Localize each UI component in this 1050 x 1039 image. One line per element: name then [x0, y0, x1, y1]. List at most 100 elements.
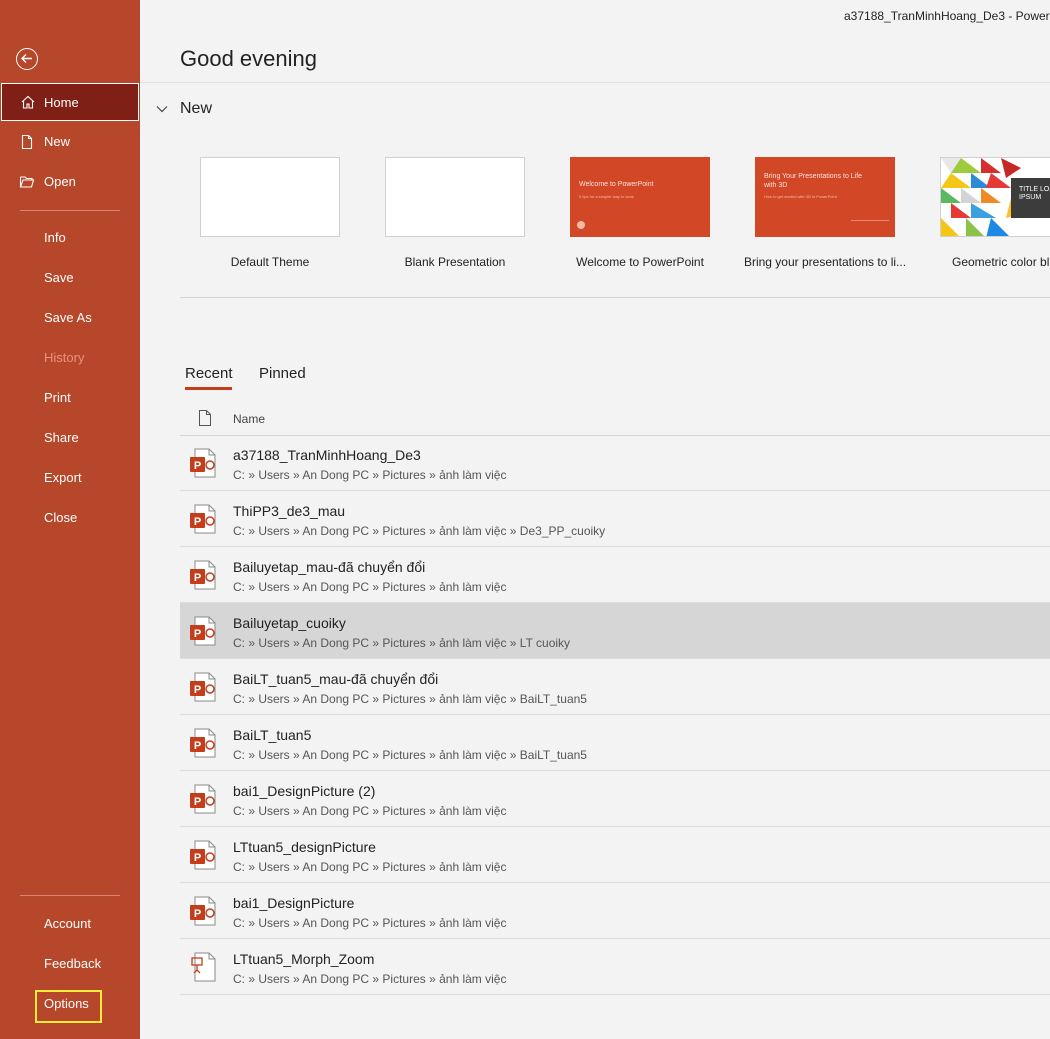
nav-account[interactable]: Account	[0, 905, 140, 943]
file-row[interactable]: Pa37188_TranMinhHoang_De3 C: » Users » An…	[180, 435, 1050, 491]
template-welcome-to-powerpoint[interactable]: Welcome to PowerPoint 5 tips for a simpl…	[570, 157, 710, 269]
thumbnail-decoration	[851, 220, 889, 233]
file-path: C: » Users » An Dong PC » Pictures » ảnh…	[233, 692, 587, 706]
file-path: C: » Users » An Dong PC » Pictures » ảnh…	[233, 636, 571, 650]
svg-text:P: P	[194, 740, 201, 752]
thumbnail-title: Bring Your Presentations to Life with 3D	[764, 173, 863, 189]
nav-share[interactable]: Share	[0, 419, 140, 457]
thumbnail-title: TITLE LOREM IPSUM	[1019, 186, 1050, 201]
nav-open-label: Open	[44, 174, 76, 189]
file-path: C: » Users » An Dong PC » Pictures » ảnh…	[233, 524, 606, 538]
template-geometric-color-block[interactable]: TITLE LOREM IPSUM Geometric color bl	[940, 157, 1050, 269]
powerpoint-file-icon: P	[190, 616, 216, 646]
backstage-sidebar: Home New Open Info Save Save As History …	[0, 0, 140, 1039]
file-row[interactable]: LTtuan5_Morph_Zoom C: » Users » An Dong P…	[180, 939, 1050, 995]
powerpoint-file-icon: P	[190, 840, 216, 870]
file-name: a37188_TranMinhHoang_De3	[233, 447, 421, 463]
template-caption: Default Theme	[230, 255, 310, 269]
svg-text:P: P	[194, 572, 201, 584]
template-thumbnail	[385, 157, 525, 237]
file-path: C: » Users » An Dong PC » Pictures » ảnh…	[233, 468, 507, 482]
nav-history-label: History	[44, 350, 85, 365]
file-name: Bailuyetap_mau-đã chuyển đổi	[233, 559, 426, 575]
svg-text:P: P	[194, 516, 201, 528]
nav-home-label: Home	[44, 95, 79, 110]
nav-feedback-label: Feedback	[44, 956, 102, 971]
chevron-down-icon	[156, 106, 168, 113]
file-path: C: » Users » An Dong PC » Pictures » ảnh…	[233, 972, 507, 986]
file-row[interactable]: P BaiLT_tuan5_mau-đã chuyển đổi C: » Users…	[180, 659, 1050, 715]
nav-export-label: Export	[44, 470, 82, 485]
powerpoint-logo-icon	[577, 221, 585, 229]
file-name: Bailuyetap_cuoiky	[233, 615, 346, 631]
header-divider	[140, 82, 1050, 83]
nav-save-as[interactable]: Save As	[0, 299, 140, 337]
nav-save-as-label: Save As	[44, 310, 92, 325]
file-name: LTtuan5_designPicture	[233, 839, 376, 855]
nav-account-label: Account	[44, 916, 91, 931]
svg-text:P: P	[194, 684, 201, 696]
file-name: LTtuan5_Morph_Zoom	[233, 951, 375, 967]
svg-text:P: P	[194, 628, 201, 640]
options-highlight-box	[35, 990, 102, 1023]
file-row[interactable]: P BaiLT_tuan5 C: » Users » An Dong PC » Pi…	[180, 715, 1050, 771]
nav-share-label: Share	[44, 430, 79, 445]
tab-pinned[interactable]: Pinned	[259, 365, 306, 382]
file-name: BaiLT_tuan5_mau-đã chuyển đổi	[233, 671, 439, 687]
sidebar-divider	[20, 895, 120, 896]
column-header-name[interactable]: Name	[233, 412, 265, 426]
sidebar-divider	[20, 210, 120, 211]
file-type-icon	[199, 410, 211, 426]
file-path: C: » Users » An Dong PC » Pictures » ảnh…	[233, 916, 507, 930]
tab-recent[interactable]: Recent	[185, 365, 233, 382]
template-caption: Geometric color bl	[952, 255, 1050, 269]
section-divider	[180, 297, 1050, 298]
powerpoint-file-icon: P	[190, 896, 216, 926]
nav-save[interactable]: Save	[0, 259, 140, 297]
template-bring-presentations-to-life[interactable]: Bring Your Presentations to Life with 3D…	[744, 157, 906, 269]
file-path: C: » Users » An Dong PC » Pictures » ảnh…	[233, 804, 507, 818]
thumbnail-subtitle: 5 tips for a simpler way to work	[579, 194, 634, 199]
nav-export[interactable]: Export	[0, 459, 140, 497]
nav-print-label: Print	[44, 390, 71, 405]
template-blank-presentation[interactable]: Blank Presentation	[385, 157, 525, 269]
nav-new[interactable]: New	[0, 123, 140, 161]
file-row[interactable]: P LTtuan5_designPicture C: » Users » An Do…	[180, 827, 1050, 883]
svg-text:P: P	[194, 796, 201, 808]
file-row[interactable]: P Bailuyetap_cuoiky C: » Users » An Dong P…	[180, 603, 1050, 659]
file-name: ThiPP3_de3_mau	[233, 503, 346, 519]
new-section-title: New	[180, 100, 213, 117]
svg-text:P: P	[194, 852, 201, 864]
powerpoint-file-icon: P	[190, 504, 216, 534]
template-thumbnail: TITLE LOREM IPSUM	[940, 157, 1050, 237]
backstage-main: Good evening New Default Theme Blank Pre…	[140, 0, 1050, 1039]
nav-close-label: Close	[44, 510, 78, 525]
template-thumbnail: Welcome to PowerPoint 5 tips for a simpl…	[570, 157, 710, 237]
new-document-icon	[21, 134, 33, 150]
template-caption: Welcome to PowerPoint	[576, 255, 704, 269]
nav-save-label: Save	[44, 270, 74, 285]
thumbnail-title: Welcome to PowerPoint	[579, 181, 654, 188]
back-arrow-icon[interactable]	[16, 48, 38, 70]
template-thumbnail: Bring Your Presentations to Life with 3D…	[755, 157, 895, 237]
file-row[interactable]: P Bailuyetap_mau-đã chuyển đổi C: » Users …	[180, 547, 1050, 603]
nav-home[interactable]: Home	[1, 83, 139, 121]
greeting-heading: Good evening	[180, 46, 317, 71]
powerpoint-file-icon: P	[190, 672, 216, 702]
home-icon	[21, 95, 35, 109]
file-row[interactable]: Pbai1_DesignPicture (2) C: » Users » An D…	[180, 771, 1050, 827]
file-row[interactable]: Pbai1_DesignPicture C: » Users » An Dong …	[180, 883, 1050, 939]
template-default-theme[interactable]: Default Theme	[200, 157, 340, 269]
powerpoint-show-file-icon	[191, 952, 216, 982]
nav-feedback[interactable]: Feedback	[0, 945, 140, 983]
file-name: BaiLT_tuan5	[233, 727, 312, 743]
file-name: bai1_DesignPicture (2)	[233, 783, 376, 799]
nav-print[interactable]: Print	[0, 379, 140, 417]
nav-history: History	[0, 339, 140, 377]
nav-close[interactable]: Close	[0, 499, 140, 537]
nav-info[interactable]: Info	[0, 219, 140, 257]
file-row[interactable]: P ThiPP3_de3_mau C: » Users » An Dong PC »…	[180, 491, 1050, 547]
svg-text:P: P	[194, 908, 201, 920]
nav-open[interactable]: Open	[0, 163, 140, 201]
powerpoint-file-icon: P	[190, 560, 216, 590]
